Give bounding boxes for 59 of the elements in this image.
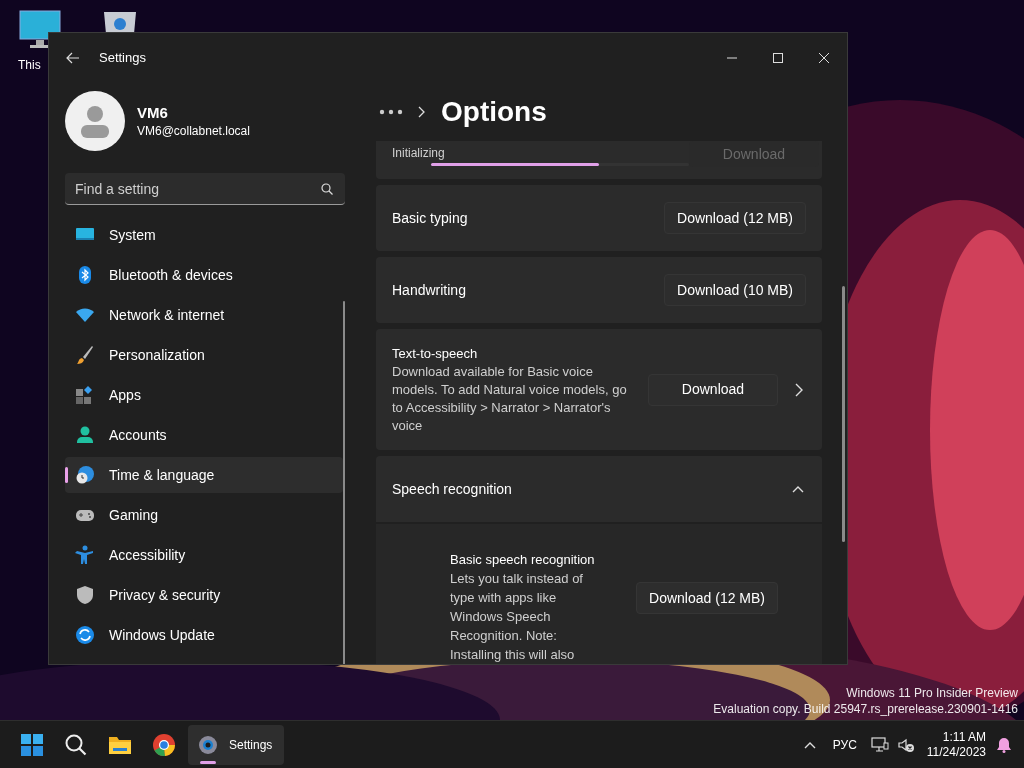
item-title: Basic speech recognition — [450, 551, 596, 569]
clock-date[interactable]: 11/24/2023 — [926, 744, 986, 760]
expander-header[interactable]: Speech recognition — [376, 456, 822, 522]
person-icon — [75, 425, 95, 445]
download-button[interactable]: Download — [648, 373, 778, 406]
nav-item[interactable]: Gaming — [65, 497, 343, 533]
nav-item[interactable]: Network & internet — [65, 297, 343, 333]
start-icon — [20, 732, 44, 757]
brush-icon — [75, 345, 95, 365]
network-icon[interactable] — [870, 736, 889, 753]
maximize-icon — [773, 53, 783, 63]
chevron-icon — [417, 106, 425, 118]
accessibility-icon — [75, 545, 95, 565]
card-title: Text-to-speech — [392, 344, 479, 363]
nav-item[interactable]: Windows Update — [65, 617, 343, 653]
account-name: VM6 — [137, 103, 169, 123]
nav-item[interactable]: System — [65, 217, 343, 253]
search-icon — [321, 183, 333, 195]
avatar-icon — [65, 91, 125, 151]
window-title: Settings — [99, 49, 146, 68]
apps-icon — [75, 385, 95, 405]
globe-clock-icon — [75, 465, 95, 485]
scrollbar[interactable] — [842, 286, 845, 542]
download-button[interactable]: Download (10 MB) — [664, 274, 806, 306]
more-icon[interactable] — [379, 109, 403, 115]
chevron-right-icon — [794, 382, 804, 397]
back-icon[interactable] — [66, 52, 80, 64]
chevron-up-icon — [792, 485, 804, 493]
nav-item[interactable]: Accessibility — [65, 537, 343, 573]
shield-icon — [75, 585, 95, 605]
clock-time[interactable]: 1:11 AM — [942, 729, 986, 745]
download-button[interactable]: Download (12 MB) — [636, 582, 778, 614]
search-icon — [64, 732, 88, 757]
taskbar-app[interactable]: Settings — [188, 724, 285, 765]
card-description: Download available for Basic voice models. To add Natural voice models, go to Accessibility > Narrator > Narrator's voice — [392, 362, 628, 435]
account-email: VM6@collabnet.local — [137, 123, 250, 139]
language-indicator[interactable]: РУС — [832, 735, 857, 754]
speaker-muted-icon[interactable] — [896, 736, 915, 753]
download-button[interactable]: Download (12 MB) — [664, 202, 806, 234]
browser-icon — [152, 732, 176, 757]
scrollbar[interactable] — [343, 301, 345, 664]
nav-item[interactable]: Privacy & security — [65, 577, 343, 613]
nav-item[interactable]: Apps — [65, 377, 343, 413]
sync-icon — [75, 625, 95, 645]
page-title: Options — [441, 95, 547, 129]
close-icon — [819, 53, 829, 63]
card-title: Handwriting — [392, 280, 466, 300]
search-field[interactable]: Find a setting — [65, 173, 345, 205]
nav-item[interactable]: Time & language — [65, 457, 343, 493]
card-title: Basic typing — [392, 208, 468, 228]
nav-item[interactable]: Bluetooth & devices — [65, 257, 343, 293]
item-description: Lets you talk instead of type with apps like Windows Speech Recognition. Note: Installing this will also — [450, 570, 584, 664]
desktop-icon-label[interactable]: This — [18, 56, 41, 74]
nav-item[interactable]: Personalization — [65, 337, 343, 373]
chevron-up-icon[interactable] — [803, 740, 816, 749]
watermark-line: Windows 11 Pro Insider Preview — [846, 685, 1018, 701]
status-text: Initializing — [392, 146, 446, 160]
nav-item[interactable]: Accounts — [65, 417, 343, 453]
bell-icon[interactable] — [996, 736, 1012, 753]
